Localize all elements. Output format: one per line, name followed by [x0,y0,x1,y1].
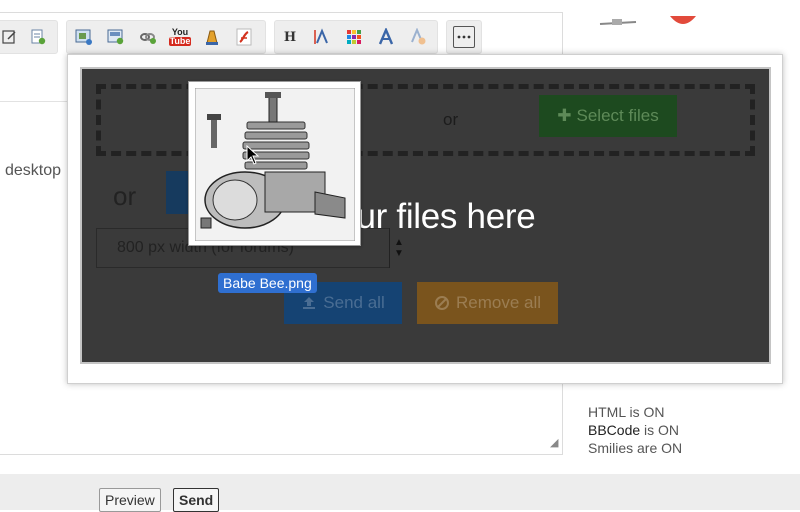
bbcode-link[interactable]: BBCode [588,422,640,438]
or-divider-large: or [113,181,137,211]
upload-icon [303,297,316,309]
youtube-bottom-label: Tube [168,36,192,46]
or-divider-small: or [443,110,459,129]
ban-icon [434,296,449,310]
html-status: HTML is ON [588,404,665,420]
toolbar-group-more [446,20,482,54]
select-files-label: Select files [576,106,659,125]
heading-icon[interactable]: H [279,26,301,48]
smiley-face-icon[interactable] [668,10,698,32]
mouse-cursor-icon [246,145,260,165]
font-icon[interactable] [375,26,397,48]
select-files-button[interactable]: ✚ Select files [539,95,677,137]
insert-image-icon[interactable] [73,26,95,48]
resize-grip-icon[interactable]: ◢ [550,436,558,449]
sidebar-status: HTML is ON BBCode is ON Smilies are ON [588,403,682,457]
plus-icon: ✚ [557,106,572,125]
bbcode-status-suffix: is ON [640,422,680,438]
engine-image [195,88,355,241]
color-grid-icon[interactable] [343,26,365,48]
toolbar-group-edit [0,20,58,54]
preview-button[interactable]: Preview [99,488,161,512]
editor-body-text[interactable]: desktop [5,162,61,180]
smilies-status: Smilies are ON [588,440,683,456]
remove-all-label: Remove all [455,293,542,312]
dragged-file-name: Babe Bee.png [218,273,317,293]
clear-format-icon[interactable] [407,26,429,48]
dragged-image-preview[interactable] [188,81,361,246]
more-icon[interactable] [453,26,475,48]
upload-image-icon[interactable] [105,26,127,48]
send-button[interactable]: Send [173,488,220,512]
add-page-icon[interactable] [27,26,49,48]
toolbar-group-format: H [274,20,438,54]
send-all-label: Send all [323,293,385,312]
youtube-icon[interactable]: You Tube [168,26,192,48]
edit-icon[interactable] [0,26,21,48]
bell-icon[interactable] [201,26,223,48]
link-icon[interactable] [137,26,159,48]
bbcode-status: BBCode is ON [588,421,682,439]
flash-icon[interactable] [233,26,255,48]
remove-all-button[interactable]: Remove all [417,282,558,324]
smiley-plane-icon[interactable] [598,16,638,30]
heading-label: H [283,29,297,45]
toolbar-group-media: You Tube [66,20,266,54]
font-size-icon[interactable] [311,26,333,48]
